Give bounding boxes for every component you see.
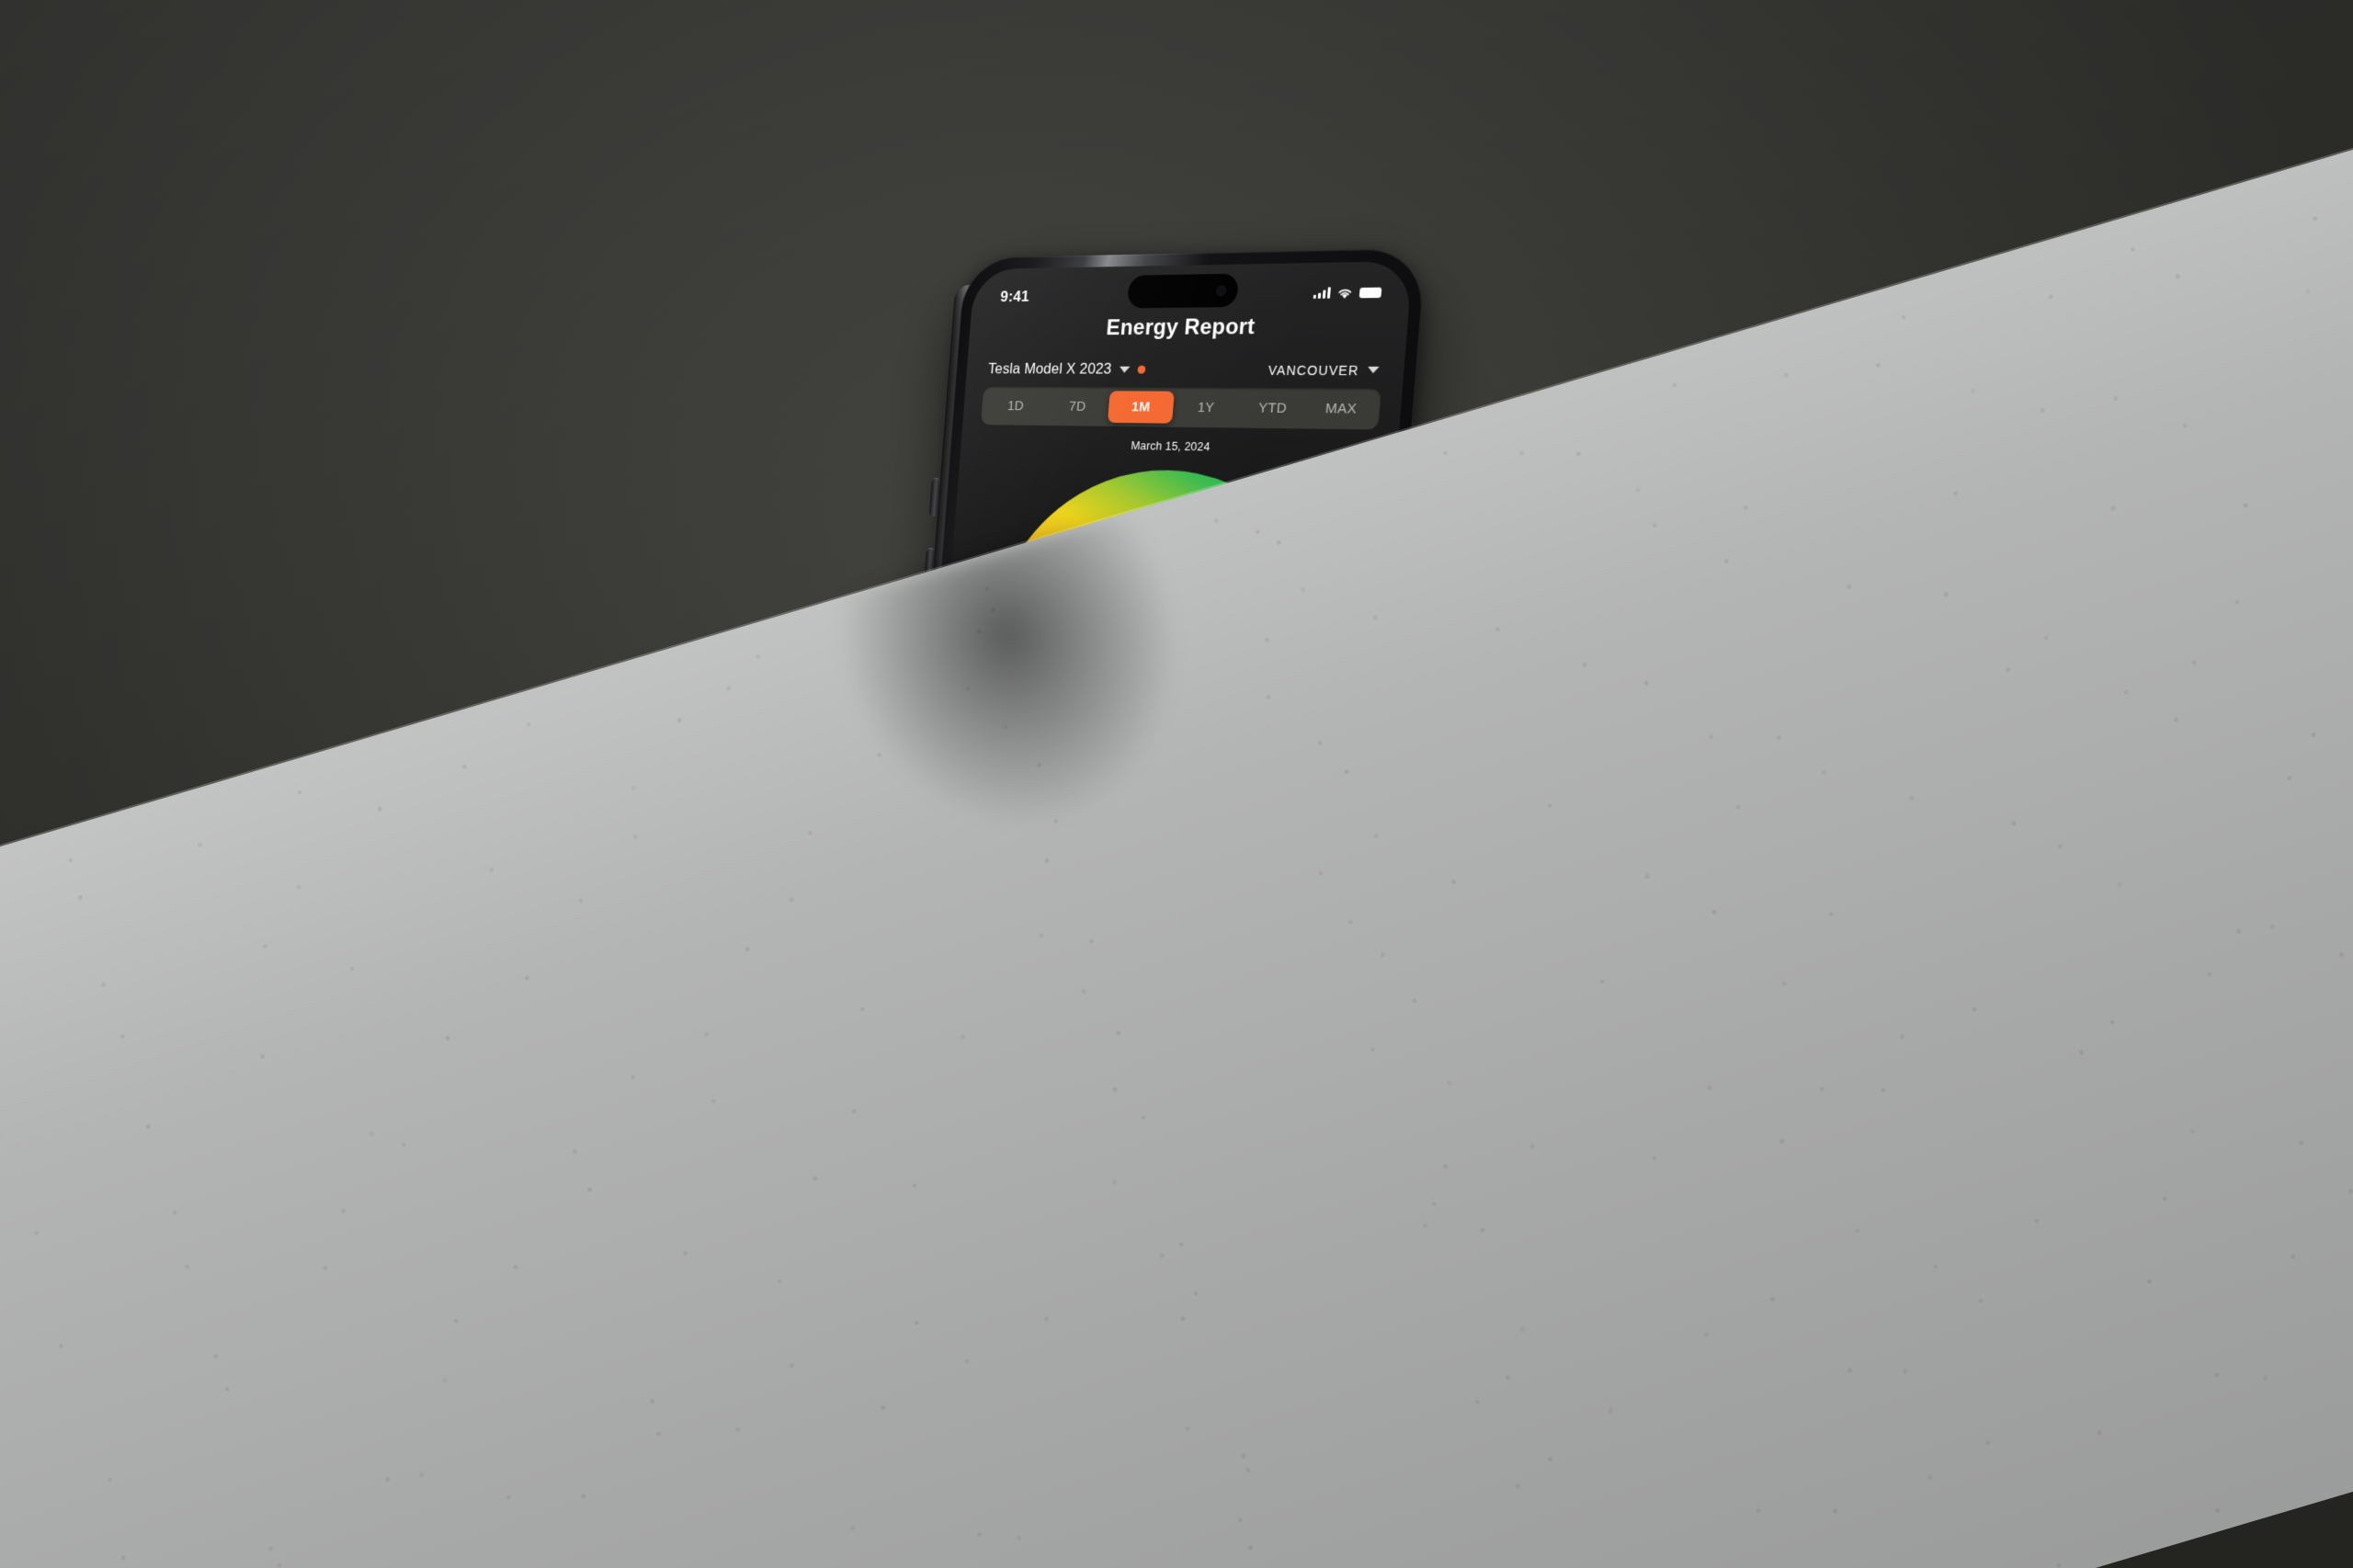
vehicle-row: Tesla Model X 2023 VANCOUVER [966, 361, 1404, 380]
vehicle-name: Tesla Model X 2023 [987, 360, 1112, 378]
status-time: 9:41 [999, 288, 1030, 306]
chevron-down-icon [1367, 366, 1380, 374]
signal-bars-icon [1313, 287, 1331, 299]
vehicle-selector[interactable]: Tesla Model X 2023 [987, 360, 1146, 379]
range-option-1d[interactable]: 1D [984, 391, 1048, 422]
status-icons [1313, 286, 1382, 299]
status-bar: 9:41 [972, 261, 1413, 315]
range-option-max[interactable]: MAX [1305, 392, 1377, 426]
dynamic-island [1126, 273, 1240, 309]
range-option-7d[interactable]: 7D [1045, 391, 1110, 423]
range-selector[interactable]: 1D 7D 1M 1Y YTD MAX [980, 386, 1381, 430]
range-option-1m[interactable]: 1M [1108, 391, 1175, 424]
range-option-1y[interactable]: 1Y [1172, 392, 1240, 425]
location-name: VANCOUVER [1267, 362, 1360, 378]
wifi-icon [1336, 287, 1353, 299]
front-camera-icon [1215, 285, 1227, 296]
range-option-ytd[interactable]: YTD [1238, 392, 1308, 425]
chevron-down-icon [1119, 366, 1131, 373]
concrete-ledge [0, 0, 2353, 1568]
battery-icon [1358, 287, 1382, 298]
page-title: Energy Report [1105, 313, 1256, 341]
scene: 9:41 Energy Report Tesla Model X 2023 VA… [0, 0, 2353, 1568]
live-status-dot [1137, 365, 1146, 374]
location-selector[interactable]: VANCOUVER [1267, 362, 1380, 378]
